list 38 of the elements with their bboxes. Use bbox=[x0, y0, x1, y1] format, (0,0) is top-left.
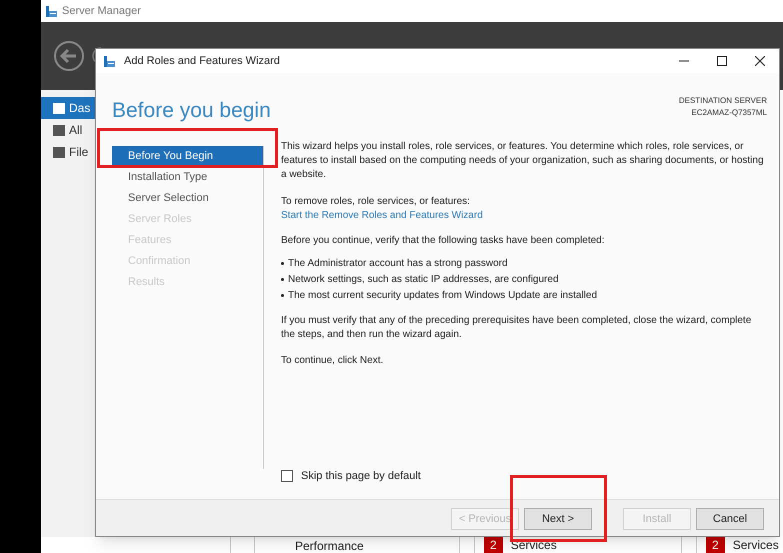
maximize-icon[interactable] bbox=[717, 56, 727, 66]
sidebar-item[interactable]: All bbox=[41, 119, 95, 141]
wizard-title: Add Roles and Features Wizard bbox=[124, 54, 280, 69]
verify-text: Before you continue, verify that the following tasks have been completed: bbox=[281, 234, 606, 248]
step-item[interactable]: Installation Type bbox=[112, 166, 263, 188]
bullet-icon bbox=[281, 294, 284, 297]
sidebar-item[interactable]: Das bbox=[41, 97, 95, 119]
grid-icon bbox=[53, 146, 65, 158]
skip-label: Skip this page by default bbox=[301, 469, 421, 483]
count-badge: 2 bbox=[484, 537, 503, 553]
sidebar-item[interactable]: File bbox=[41, 141, 95, 163]
intro-text: This wizard helps you install roles, role services, or features. You determine which roles, role services, or features to install based on the computing needs of your organization, such as sharing documents, or hosting a website. bbox=[281, 140, 765, 182]
bullet-icon bbox=[281, 278, 284, 281]
grid-icon bbox=[53, 102, 65, 114]
wizard-button[interactable]: Next > bbox=[524, 508, 592, 530]
task-item: The Administrator account has a strong password bbox=[288, 256, 508, 270]
count-badge: 2 bbox=[706, 537, 725, 553]
tile-label: Performance bbox=[295, 539, 364, 553]
task-item: Network settings, such as static IP addresses, are configured bbox=[288, 272, 559, 286]
close-icon[interactable] bbox=[755, 56, 765, 66]
task-item: The most current security updates from Windows Update are installed bbox=[288, 288, 598, 302]
step-item[interactable]: Before You Begin bbox=[112, 146, 263, 166]
prerequisite-note: If you must verify that any of the preceding prerequisites have been completed, close the wizard, complete the steps, and then run the wizard again. bbox=[281, 314, 752, 342]
continue-note: To continue, click Next. bbox=[281, 354, 384, 368]
bullet-icon bbox=[281, 262, 284, 265]
skip-checkbox[interactable] bbox=[281, 470, 293, 482]
step-item[interactable]: Server Selection bbox=[112, 188, 263, 208]
remove-label: To remove roles, role services, or features: bbox=[281, 194, 471, 208]
remove-wizard-link[interactable]: Start the Remove Roles and Features Wizard bbox=[281, 208, 483, 222]
server-manager-icon bbox=[103, 54, 116, 68]
window-title: Server Manager bbox=[62, 4, 141, 19]
destination-label: DESTINATION SERVER bbox=[678, 95, 767, 107]
page-heading: Before you begin bbox=[112, 98, 271, 124]
destination-server: EC2AMAZ-Q7357ML bbox=[691, 107, 767, 119]
tile-label: Services bbox=[732, 537, 779, 553]
wizard-button[interactable]: Cancel bbox=[696, 508, 764, 530]
grid-icon bbox=[53, 124, 65, 136]
server-manager-icon bbox=[45, 4, 58, 18]
